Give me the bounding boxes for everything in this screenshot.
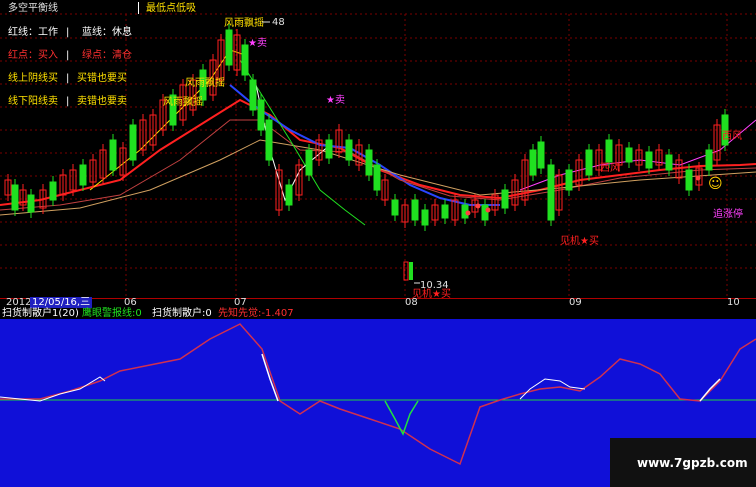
legend-sep-1: | bbox=[66, 27, 70, 38]
legend-below-line: 线下阳线卖 bbox=[8, 96, 58, 107]
annotation-storm-2: 风雨飘摇 bbox=[185, 78, 225, 89]
candlestick bbox=[645, 151, 653, 169]
legend-blue-line: 蓝线：休息 bbox=[82, 27, 132, 38]
candlestick bbox=[391, 199, 399, 216]
candlestick bbox=[27, 194, 35, 213]
candlestick bbox=[529, 149, 537, 176]
sell-star-1: ★卖 bbox=[248, 38, 267, 49]
candlestick bbox=[365, 149, 373, 176]
west-wind-1: 西风 bbox=[600, 163, 620, 174]
buy-dot bbox=[695, 175, 701, 181]
buy-dot bbox=[465, 210, 471, 216]
legend-red-dot: 红点：买入 bbox=[8, 50, 58, 61]
candlestick bbox=[585, 149, 593, 176]
legend-green-dot: 绿点：清仓 bbox=[82, 50, 132, 61]
legend-sep-2: | bbox=[66, 50, 70, 61]
high-price-label: 48 bbox=[272, 17, 285, 28]
candlestick bbox=[257, 99, 265, 131]
candlestick bbox=[537, 141, 545, 169]
candlestick bbox=[685, 169, 693, 191]
warn-curve bbox=[384, 400, 419, 436]
candlestick bbox=[129, 124, 137, 161]
buy-dot bbox=[485, 207, 491, 213]
candlestick bbox=[565, 169, 573, 191]
legend-red-line: 红线：工作 bbox=[8, 27, 58, 38]
candlestick bbox=[411, 199, 419, 221]
header-strip bbox=[0, 0, 756, 2]
sweep-curve bbox=[699, 378, 721, 402]
legend-buy-wrong: 买错也要买 bbox=[77, 73, 127, 84]
candlestick bbox=[605, 139, 613, 163]
legend-above-line: 线上阴线买 bbox=[8, 73, 58, 84]
candlestick bbox=[109, 139, 117, 171]
candlestick bbox=[625, 147, 633, 163]
legend-sep-3: | bbox=[66, 73, 70, 84]
legend-sell-wrong: 卖错也要卖 bbox=[77, 96, 127, 107]
candlestick bbox=[79, 164, 87, 186]
candlestick bbox=[249, 79, 257, 111]
legend-sep-4: | bbox=[66, 96, 70, 107]
west-wind-2: 西风 bbox=[722, 131, 742, 142]
candlestick bbox=[285, 184, 293, 206]
buy-dot bbox=[475, 203, 481, 209]
balance-line-label: 多空平衡线 bbox=[8, 3, 58, 14]
buy-star-1: 见机★买 bbox=[560, 236, 599, 247]
smiley-icon: ☺ bbox=[708, 176, 723, 192]
candlestick bbox=[501, 189, 509, 209]
candlestick bbox=[547, 164, 555, 221]
chase-limit-label: 追涨停 bbox=[713, 209, 743, 220]
candlestick bbox=[49, 181, 57, 201]
candlestick bbox=[305, 149, 313, 176]
candlestick bbox=[373, 164, 381, 191]
candlestick bbox=[225, 29, 233, 66]
sweep-curve bbox=[519, 378, 586, 400]
candlestick bbox=[421, 209, 429, 226]
annotation-storm-3: 风雨飘摇 bbox=[163, 97, 203, 108]
sweep-curve bbox=[261, 353, 279, 402]
candlestick bbox=[705, 149, 713, 171]
low-candle bbox=[409, 262, 413, 280]
price-chart-svg bbox=[0, 13, 756, 298]
candlestick bbox=[325, 139, 333, 159]
sell-star-2: ★卖 bbox=[326, 95, 345, 106]
candlestick bbox=[665, 154, 673, 171]
candlestick bbox=[265, 119, 273, 161]
candlestick bbox=[481, 204, 489, 221]
annotation-storm-1: 风雨飘摇 bbox=[224, 18, 264, 29]
candlestick bbox=[11, 184, 19, 211]
low-buy-label: 最低点低吸 bbox=[146, 3, 196, 14]
header-divider bbox=[138, 2, 139, 14]
candlestick bbox=[441, 204, 449, 219]
candlestick bbox=[345, 139, 353, 161]
sweep-curve bbox=[0, 376, 106, 402]
watermark-text: www.7gpzb.com bbox=[637, 456, 748, 470]
price-chart-panel[interactable] bbox=[0, 0, 756, 298]
